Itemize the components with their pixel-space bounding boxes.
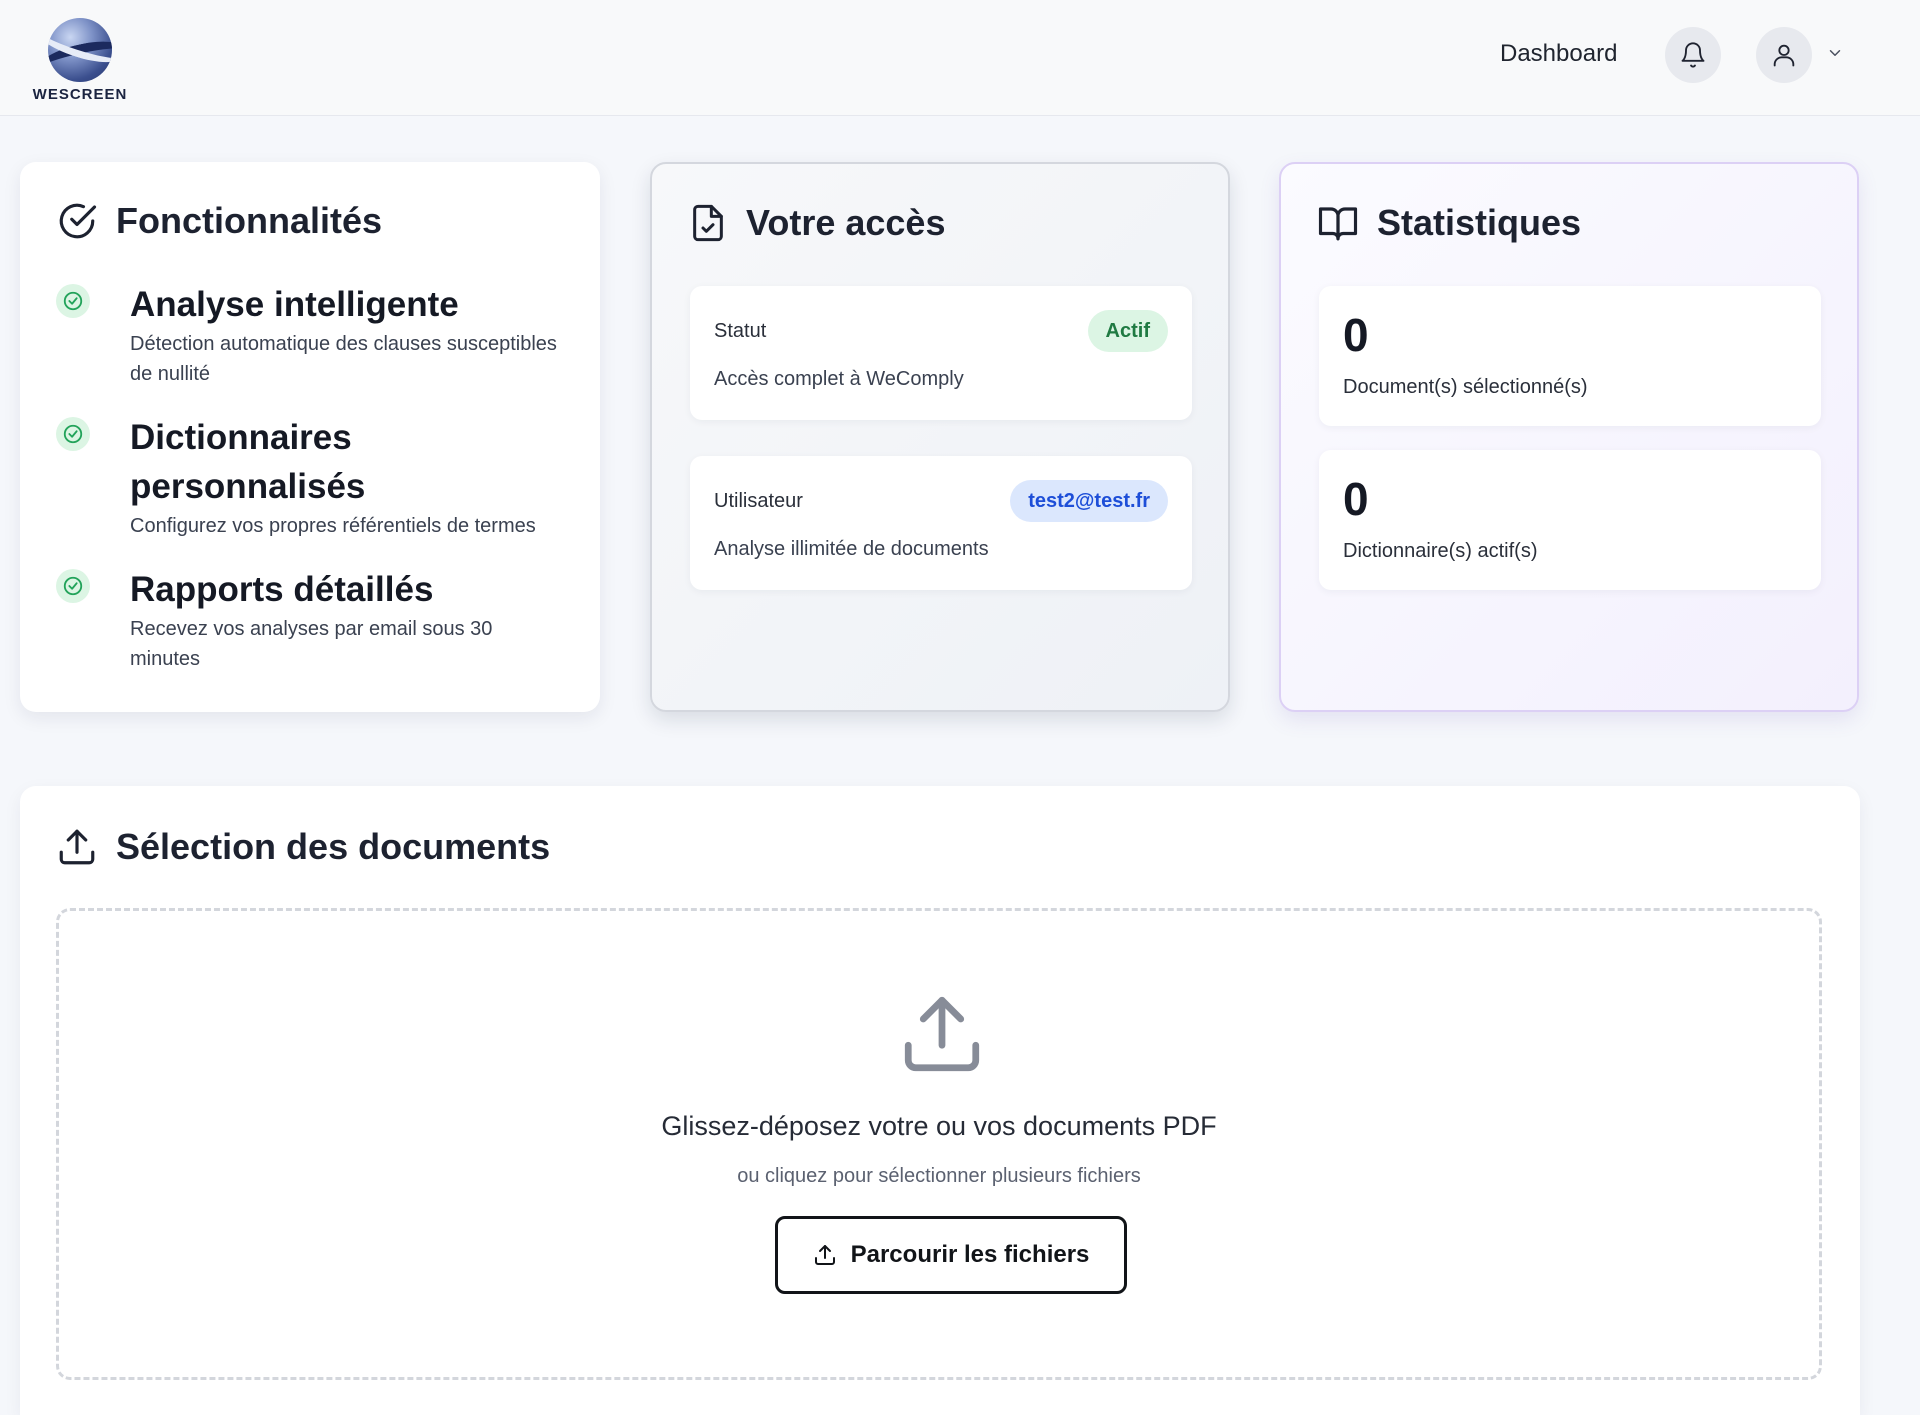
bell-icon xyxy=(1681,42,1705,68)
feature-title: Analyse intelligente xyxy=(130,285,459,324)
check-badge-icon xyxy=(56,569,90,603)
wescreen-logo[interactable]: WESCREEN xyxy=(30,18,130,103)
browse-files-label: Parcourir les fichiers xyxy=(850,1241,1090,1268)
feature-description: Détection automatique des clauses suscep… xyxy=(130,333,557,385)
feature-item: Analyse intelligente Détection automatiq… xyxy=(56,280,576,389)
feature-title: Dictionnaires personnalisés xyxy=(130,418,366,506)
user-menu-button[interactable] xyxy=(1756,27,1812,83)
feature-title: Rapports détaillés xyxy=(130,570,434,609)
stat-dictionaries: 0 Dictionnaire(s) actif(s) xyxy=(1319,450,1821,590)
stat-documents: 0 Document(s) sélectionné(s) xyxy=(1319,286,1821,426)
logo-mark-icon xyxy=(48,18,112,82)
user-panel: Utilisateur test2@test.fr Analyse illimi… xyxy=(690,456,1192,590)
feature-description: Configurez vos propres référentiels de t… xyxy=(130,515,536,537)
features-title-row: Fonctionnalités xyxy=(56,200,382,242)
open-book-icon xyxy=(1318,207,1358,241)
status-badge: Actif xyxy=(1087,310,1168,352)
stat-label: Dictionnaire(s) actif(s) xyxy=(1343,540,1538,562)
top-header: WESCREEN Dashboard xyxy=(0,0,1920,116)
user-email-badge: test2@test.fr xyxy=(1010,480,1168,522)
upload-title: Sélection des documents xyxy=(116,826,551,867)
stats-card: Statistiques 0 Document(s) sélectionné(s… xyxy=(1279,162,1859,712)
browse-files-button[interactable]: Parcourir les fichiers xyxy=(775,1216,1127,1294)
check-badge-icon xyxy=(56,284,90,318)
upload-title-row: Sélection des documents xyxy=(56,826,550,868)
notifications-button[interactable] xyxy=(1665,27,1721,83)
access-title-row: Votre accès xyxy=(688,202,945,244)
nav-dashboard-link[interactable]: Dashboard xyxy=(1500,40,1617,68)
pdf-dropzone[interactable]: Glissez-déposez votre ou vos documents P… xyxy=(56,908,1822,1380)
stats-title: Statistiques xyxy=(1377,202,1582,243)
upload-icon xyxy=(59,829,95,865)
stats-title-row: Statistiques xyxy=(1317,202,1581,244)
check-badge-icon xyxy=(56,417,90,451)
chevron-down-icon[interactable] xyxy=(1826,44,1844,62)
status-label: Statut xyxy=(714,320,767,342)
features-title: Fonctionnalités xyxy=(116,200,383,241)
dropzone-main-text: Glissez-déposez votre ou vos documents P… xyxy=(661,1111,1217,1141)
logo-text: WESCREEN xyxy=(32,86,128,103)
access-title: Votre accès xyxy=(746,202,946,243)
stat-label: Document(s) sélectionné(s) xyxy=(1343,376,1588,398)
user-description: Analyse illimitée de documents xyxy=(714,538,989,560)
access-card: Votre accès Statut Actif Accès complet à… xyxy=(650,162,1230,712)
status-description: Accès complet à WeComply xyxy=(714,368,964,390)
user-icon xyxy=(1773,44,1795,67)
file-check-icon xyxy=(693,204,723,242)
stat-value: 0 xyxy=(1343,309,1369,361)
document-selection-section: Sélection des documents Glissez-déposez … xyxy=(20,786,1860,1415)
status-panel: Statut Actif Accès complet à WeComply xyxy=(690,286,1192,420)
upload-small-icon xyxy=(814,1245,835,1265)
feature-item: Dictionnaires personnalisés Configurez v… xyxy=(56,413,576,541)
features-card: Fonctionnalités Analyse intelligente Dét… xyxy=(20,162,600,712)
user-label: Utilisateur xyxy=(714,490,803,512)
upload-large-icon xyxy=(904,996,980,1072)
check-circle-icon xyxy=(59,203,97,239)
stat-value: 0 xyxy=(1343,473,1369,525)
feature-description: Recevez vos analyses par email sous 30 m… xyxy=(130,618,493,670)
feature-item: Rapports détaillés Recevez vos analyses … xyxy=(56,565,576,674)
dropzone-sub-text: ou cliquez pour sélectionner plusieurs f… xyxy=(737,1165,1141,1187)
